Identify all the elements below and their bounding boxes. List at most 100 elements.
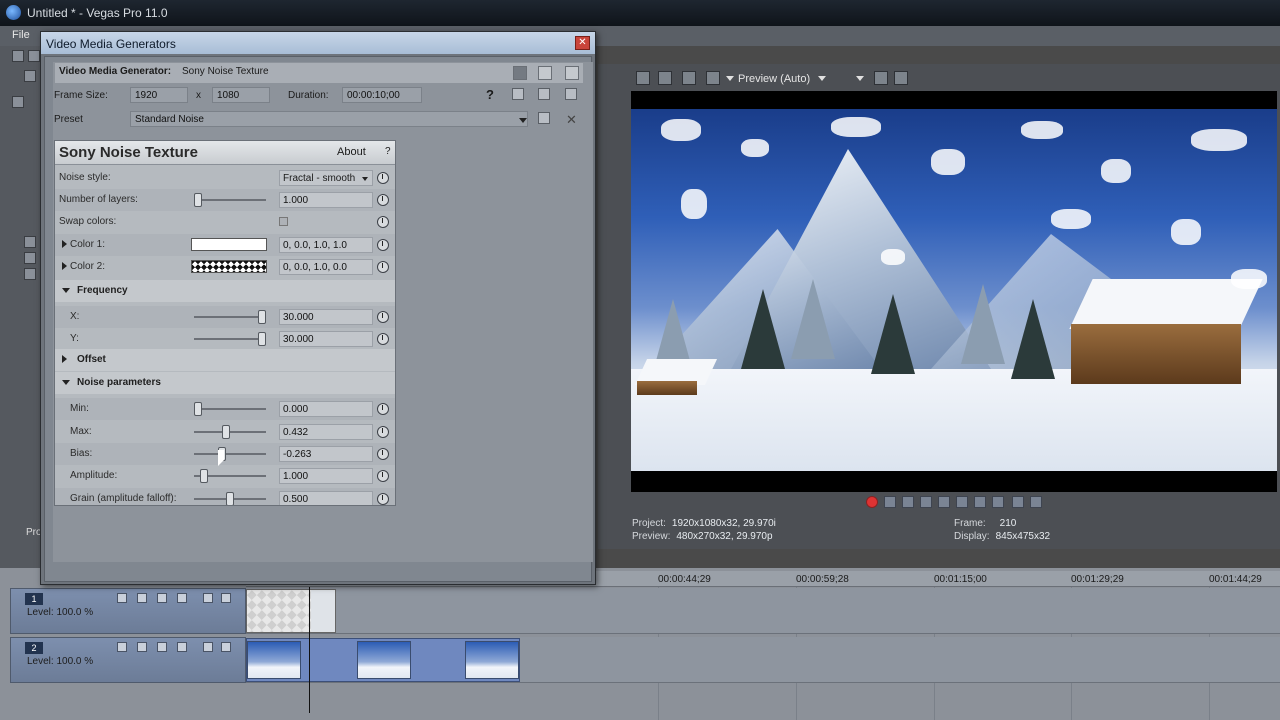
help-icon[interactable]: ?: [385, 146, 391, 157]
track-motion-icon[interactable]: [117, 593, 127, 603]
frame-height-field[interactable]: 1080: [212, 87, 270, 103]
animate-clock-icon[interactable]: [377, 311, 389, 323]
animate-clock-icon[interactable]: [377, 403, 389, 415]
collapse-arrow-icon[interactable]: [62, 380, 70, 385]
tool-icon[interactable]: [12, 96, 24, 108]
expand-arrow-icon[interactable]: [62, 240, 67, 248]
list-view-icon[interactable]: [513, 66, 527, 80]
track-lane-1[interactable]: [246, 588, 1280, 634]
expand-icon[interactable]: [565, 88, 577, 100]
color2-field[interactable]: 0, 0.0, 1.0, 0.0: [279, 259, 373, 275]
noise-style-select[interactable]: Fractal - smooth: [279, 170, 373, 186]
track-header-1[interactable]: 1 Level: 100.0 %: [10, 588, 246, 634]
track-header-2[interactable]: 2 Level: 100.0 %: [10, 637, 246, 683]
copy-snapshot-icon[interactable]: [874, 71, 888, 85]
track-motion-icon[interactable]: [117, 642, 127, 652]
mute-icon[interactable]: [203, 593, 213, 603]
record-icon[interactable]: [866, 496, 878, 508]
generated-media-clip[interactable]: [246, 589, 336, 633]
save-icon[interactable]: [538, 88, 550, 100]
animate-clock-icon[interactable]: [377, 216, 389, 228]
freq-x-slider[interactable]: [194, 310, 266, 324]
play-from-start-icon[interactable]: [902, 496, 914, 508]
track-fx-icon[interactable]: [137, 642, 147, 652]
grain-slider[interactable]: [194, 492, 266, 505]
next-frame-icon[interactable]: [1030, 496, 1042, 508]
help-icon[interactable]: ?: [486, 87, 494, 102]
add-generator-icon[interactable]: [512, 88, 524, 100]
freq-x-field[interactable]: 30.000: [279, 309, 373, 325]
animate-clock-icon[interactable]: [377, 333, 389, 345]
frame-width-field[interactable]: 1920: [130, 87, 188, 103]
min-slider[interactable]: [194, 402, 266, 416]
color1-field[interactable]: 0, 0.0, 1.0, 1.0: [279, 237, 373, 253]
offset-section[interactable]: Offset: [55, 349, 395, 371]
slider-thumb[interactable]: [258, 332, 266, 346]
save-snapshot-icon[interactable]: [894, 71, 908, 85]
freq-y-slider[interactable]: [194, 332, 266, 346]
gear-icon[interactable]: [177, 642, 187, 652]
grain-field[interactable]: 0.500: [279, 491, 373, 505]
stop-icon[interactable]: [956, 496, 968, 508]
animate-clock-icon[interactable]: [377, 426, 389, 438]
menu-file[interactable]: File: [12, 29, 30, 41]
preview-quality-select[interactable]: Preview (Auto): [738, 73, 810, 85]
previous-frame-icon[interactable]: [1012, 496, 1024, 508]
new-icon[interactable]: [12, 50, 24, 62]
collapse-arrow-icon[interactable]: [62, 288, 70, 293]
close-icon[interactable]: ✕: [575, 36, 590, 50]
fx-icon[interactable]: [682, 71, 696, 85]
mute-icon[interactable]: [203, 642, 213, 652]
animate-clock-icon[interactable]: [377, 194, 389, 206]
detail-view-icon[interactable]: [538, 66, 552, 80]
animate-clock-icon[interactable]: [377, 261, 389, 273]
preset-select[interactable]: Standard Noise: [130, 111, 528, 127]
option-icon[interactable]: [24, 252, 36, 264]
loop-icon[interactable]: [884, 496, 896, 508]
freq-y-field[interactable]: 30.000: [279, 331, 373, 347]
play-icon[interactable]: [920, 496, 932, 508]
compositing-icon[interactable]: [157, 593, 167, 603]
expand-arrow-icon[interactable]: [62, 355, 67, 363]
animate-clock-icon[interactable]: [377, 448, 389, 460]
layers-slider[interactable]: [194, 193, 266, 207]
dropdown-arrow-icon[interactable]: [726, 76, 734, 81]
color2-swatch[interactable]: [191, 260, 267, 273]
amplitude-field[interactable]: 1.000: [279, 468, 373, 484]
solo-icon[interactable]: [221, 593, 231, 603]
amplitude-slider[interactable]: [194, 469, 266, 483]
save-preset-icon[interactable]: [538, 112, 550, 124]
grid-view-icon[interactable]: [565, 66, 579, 80]
option-icon[interactable]: [24, 236, 36, 248]
option-icon[interactable]: [24, 268, 36, 280]
max-slider[interactable]: [194, 425, 266, 439]
preview-properties-icon[interactable]: [636, 71, 650, 85]
min-field[interactable]: 0.000: [279, 401, 373, 417]
track-fx-icon[interactable]: [137, 593, 147, 603]
solo-icon[interactable]: [221, 642, 231, 652]
chevron-down-icon[interactable]: [818, 76, 826, 81]
slider-thumb[interactable]: [194, 193, 202, 207]
animate-clock-icon[interactable]: [377, 493, 389, 505]
max-field[interactable]: 0.432: [279, 424, 373, 440]
video-clip[interactable]: [246, 638, 520, 682]
go-to-end-icon[interactable]: [992, 496, 1004, 508]
delete-preset-icon[interactable]: ✕: [566, 112, 577, 128]
swap-colors-checkbox[interactable]: [279, 217, 288, 226]
slider-thumb[interactable]: [222, 425, 230, 439]
open-icon[interactable]: [28, 50, 40, 62]
bias-field[interactable]: -0.263: [279, 446, 373, 462]
expand-arrow-icon[interactable]: [62, 262, 67, 270]
color1-swatch[interactable]: [191, 238, 267, 251]
dialog-titlebar[interactable]: Video Media Generators ✕: [41, 32, 595, 54]
animate-clock-icon[interactable]: [377, 239, 389, 251]
frequency-section[interactable]: Frequency: [55, 280, 395, 302]
chevron-down-icon[interactable]: [856, 76, 864, 81]
slider-thumb[interactable]: [258, 310, 266, 324]
bias-slider[interactable]: [194, 447, 266, 461]
duration-field[interactable]: 00:00:10;00: [342, 87, 422, 103]
slider-thumb[interactable]: [200, 469, 208, 483]
compositing-icon[interactable]: [157, 642, 167, 652]
zoom-icon[interactable]: [24, 70, 36, 82]
animate-clock-icon[interactable]: [377, 172, 389, 184]
